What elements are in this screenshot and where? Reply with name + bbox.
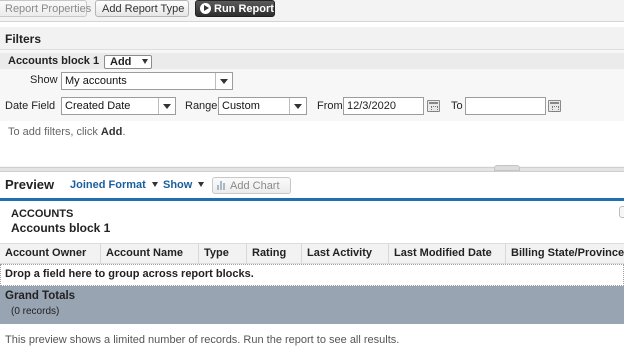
column-header-row: Account Owner Account Name Type Rating L… [0,243,624,264]
filters-header [0,27,624,50]
column-header[interactable]: Billing State/Province [506,244,624,263]
to-label: To [451,100,463,112]
preview-title: Preview [5,177,55,192]
grand-totals-title: Grand Totals [5,290,76,302]
add-filter-label: Add [110,56,132,68]
chevron-down-icon [158,98,175,114]
play-icon [200,3,211,14]
add-report-type-button[interactable]: Add Report Type [95,0,189,17]
report-properties-button[interactable]: Report Properties [0,0,91,17]
block-options-handle[interactable] [619,206,624,218]
from-date-input[interactable]: 12/3/2020 [343,97,424,115]
chevron-down-icon [142,59,148,64]
add-chart-button[interactable]: Add Chart [212,177,291,194]
block-type-label: ACCOUNTS [11,208,74,220]
grand-totals-panel [0,286,624,324]
column-header[interactable]: Last Modified Date [389,244,506,263]
run-report-label: Run Report [214,3,274,15]
column-header[interactable]: Last Activity [302,244,389,263]
chevron-down-icon [289,98,306,114]
record-count: (0 records) [11,306,60,317]
run-report-button[interactable]: Run Report [195,0,275,17]
report-toolbar: Report Properties Add Report Type Run Re… [0,0,624,22]
splitter-handle[interactable] [494,165,520,171]
from-label: From [317,100,343,112]
filter-block-name: Accounts block 1 [8,55,100,67]
calendar-icon[interactable] [427,100,440,112]
show-value: My accounts [65,75,127,87]
chevron-down-icon [215,73,232,89]
add-filter-dropdown[interactable]: Add [104,55,152,69]
show-menu-label: Show [163,179,193,191]
bar-chart-icon [217,181,227,190]
preview-footer-note: This preview shows a limited number of r… [5,334,400,346]
column-header[interactable]: Type [199,244,247,263]
date-field-label: Date Field [5,100,56,112]
drop-zone-hint: Drop a field here to group across report… [5,268,254,280]
filters-title: Filters [5,32,42,46]
chevron-down-icon [198,182,205,187]
joined-format-label: Joined Format [70,179,146,191]
range-label: Range [185,100,218,112]
show-label: Show [30,74,58,86]
block-name-title: Accounts block 1 [11,221,111,235]
range-value: Custom [222,100,260,112]
show-menu[interactable]: Show [163,179,205,191]
column-header[interactable]: Account Name [101,244,199,263]
add-chart-label: Add Chart [230,180,280,192]
show-select[interactable]: My accounts [61,72,233,90]
chevron-down-icon [151,182,158,187]
column-header[interactable]: Account Owner [0,244,101,263]
joined-format-menu[interactable]: Joined Format [70,179,158,191]
filter-hint-action: Add [100,126,123,138]
date-field-select[interactable]: Created Date [61,97,176,115]
column-header[interactable]: Rating [247,244,302,263]
filter-hint-text: To add filters, click [8,126,101,138]
to-date-input[interactable] [465,97,546,115]
date-field-value: Created Date [65,100,131,112]
filter-hint: To add filters, click Add. [8,126,125,138]
filter-hint-period: . [122,126,126,138]
calendar-icon[interactable] [548,100,561,112]
range-select[interactable]: Custom [218,97,307,115]
